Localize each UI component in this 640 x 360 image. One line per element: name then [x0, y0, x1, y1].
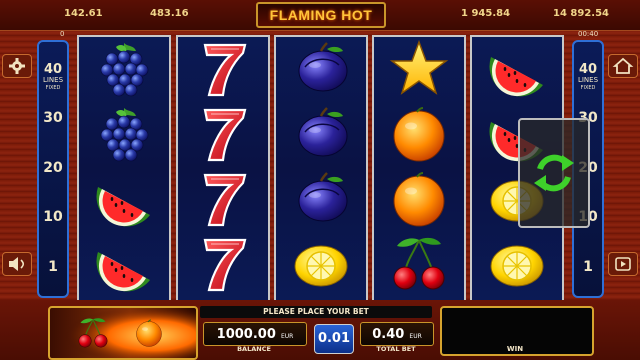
jackpot-value-2: 483.16 [150, 8, 189, 19]
plum-icon [297, 41, 349, 93]
lemon-symbol [472, 232, 562, 297]
jackpot-value-3: 1 945.84 [461, 8, 511, 19]
star-icon [391, 41, 447, 94]
lines-fixed-label: FIXED [580, 85, 596, 91]
reload-icon [534, 154, 574, 192]
sound-button[interactable] [2, 252, 32, 276]
plum-symbol [276, 37, 366, 102]
watermelon-symbol [79, 232, 169, 297]
watermelon-icon [489, 57, 543, 97]
balance-value: 1000.00 [216, 327, 276, 342]
watermelon-icon [96, 252, 150, 292]
watermelon-symbol [472, 37, 562, 102]
lines-count: 40 [578, 62, 598, 77]
lines-panel-left: 40 LINES FIXED 30 20 10 1 [37, 40, 69, 298]
jackpot-value-4: 14 892.54 [553, 8, 609, 19]
autoplay-icon [615, 257, 631, 271]
plum-icon [297, 171, 349, 223]
lines-count: 40 [43, 62, 63, 77]
seven-icon [203, 43, 247, 97]
lemon-icon [490, 245, 544, 287]
seven-icon [203, 173, 247, 227]
reload-button[interactable] [518, 118, 590, 228]
autoplay-button[interactable] [608, 252, 638, 276]
speaker-icon [9, 257, 25, 271]
lines-label: LINES [42, 76, 64, 84]
clock: 00:40 [578, 30, 599, 38]
grapes-icon [100, 107, 149, 162]
cherries-icon [393, 236, 445, 290]
total-bet-value: 0.40 [372, 327, 405, 342]
orange-symbol [374, 167, 464, 232]
star-symbol [374, 37, 464, 102]
total-bet-display: 0.40 EUR [360, 322, 434, 346]
lemon-symbol [276, 232, 366, 297]
total-bet-label: TOTAL BET [376, 345, 416, 353]
reel-2 [176, 35, 270, 302]
orange-symbol [374, 102, 464, 167]
watermelon-symbol [79, 167, 169, 232]
win-label: WIN [506, 345, 524, 353]
seven-icon [203, 238, 247, 292]
seven-symbol [178, 102, 268, 167]
watermelon-icon [96, 187, 150, 227]
orange-icon [393, 107, 445, 162]
plum-icon [297, 106, 349, 158]
lemon-icon [294, 245, 348, 287]
reel-1 [77, 35, 171, 302]
line-marker-1: 1 [48, 259, 58, 275]
line-marker-1: 1 [583, 259, 593, 275]
grapes-icon [100, 42, 149, 97]
reel-4 [372, 35, 466, 302]
jackpot-value-1: 142.61 [64, 8, 103, 19]
seven-symbol [178, 167, 268, 232]
cherries-symbol [374, 232, 464, 297]
home-icon [612, 57, 634, 74]
grapes-symbol [79, 37, 169, 102]
lines-label: LINES [577, 76, 599, 84]
game-title: FLAMING HOT [256, 2, 386, 28]
coin-value-button[interactable]: 0.01 [314, 324, 354, 354]
balance-currency: EUR [280, 333, 294, 340]
status-message: PLEASE PLACE YOUR BET [200, 306, 432, 318]
seven-symbol [178, 37, 268, 102]
line-marker-30: 30 [43, 110, 63, 126]
plum-symbol [276, 167, 366, 232]
total-bet-currency: EUR [409, 333, 422, 340]
line-marker-20: 20 [43, 160, 63, 176]
balance-display: 1000.00 EUR [203, 322, 307, 346]
seven-symbol [178, 232, 268, 297]
game-preview-image [48, 306, 198, 360]
grapes-symbol [79, 102, 169, 167]
balance-label: BALANCE [237, 345, 271, 353]
reel-3 [274, 35, 368, 302]
settings-button[interactable] [2, 54, 32, 78]
gear-icon [9, 58, 25, 74]
plum-symbol [276, 102, 366, 167]
orange-icon [393, 172, 445, 227]
lines-fixed-label: FIXED [45, 85, 61, 91]
line-marker-10: 10 [43, 209, 63, 225]
left-counter: 0 [60, 30, 65, 38]
home-button[interactable] [608, 54, 638, 78]
seven-icon [203, 108, 247, 162]
